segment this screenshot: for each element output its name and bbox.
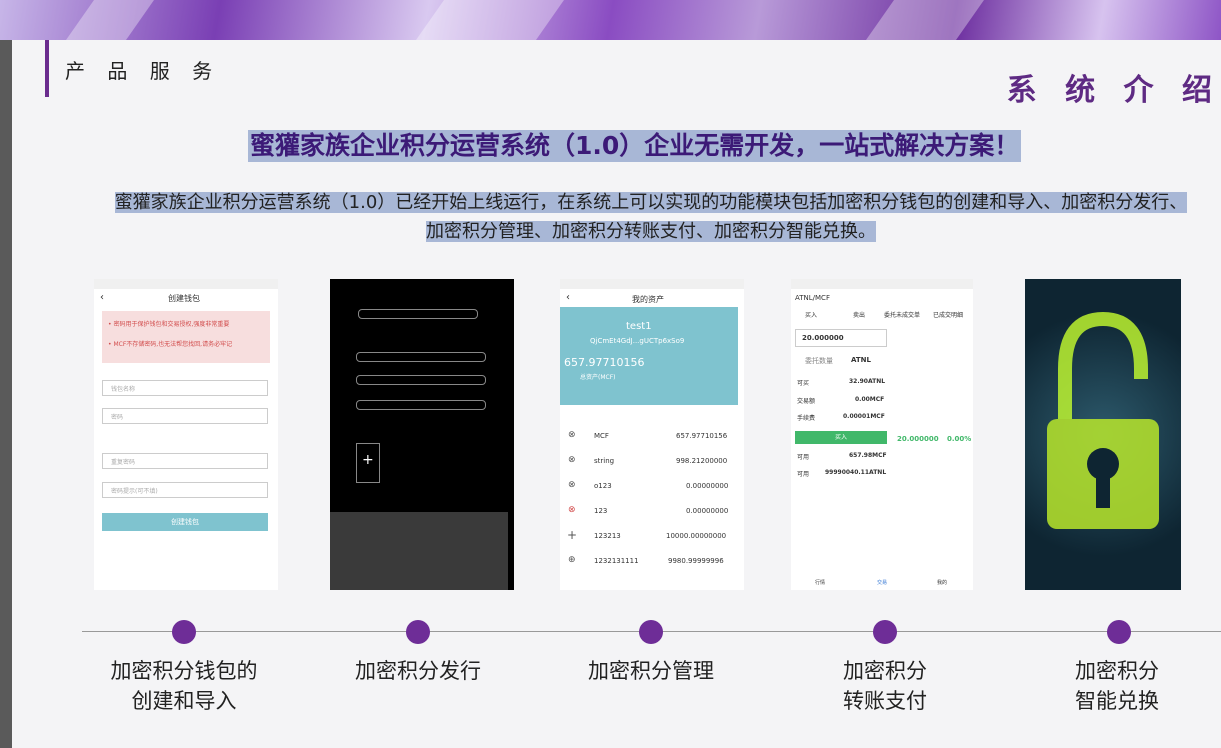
amount-value: 0.00MCF — [855, 396, 885, 403]
wallet-title: 创建钱包 — [168, 294, 200, 303]
add-image-icon[interactable]: + — [362, 452, 374, 468]
account-name: test1 — [626, 321, 652, 332]
feature-4-line-1: 加密积分 — [843, 659, 927, 683]
token-0-name: MCF — [594, 432, 609, 440]
token-0-icon: ⊗ — [568, 430, 576, 440]
exchange-screenshot: ATNL/MCF 买入 卖出 委托未成交单 已成交明细 20.000000 委托… — [791, 279, 973, 590]
wallet-notice: • 密码用于保护钱包和交易授权,强度非常重要 • MCF不存储密码,也无法帮您找… — [102, 311, 270, 363]
assets-card: test1 QjCmEt4GdJ...gUCTp6xSo9 657.977101… — [560, 307, 738, 405]
password-placeholder: 密码 — [111, 414, 124, 421]
can-buy-value: 32.90ATNL — [849, 378, 886, 385]
fee-label: 手续费 — [797, 415, 816, 422]
tab-buy[interactable]: 买入 — [805, 310, 817, 319]
feature-5-line-1: 加密积分 — [1075, 659, 1159, 683]
token-5-name: 1232131111 — [594, 557, 639, 565]
price-value: 20.000000 — [802, 334, 844, 342]
password-field[interactable]: 密码 — [102, 408, 268, 424]
fee-value: 0.00001MCF — [843, 413, 885, 420]
can-buy-label: 可买 — [797, 380, 810, 387]
timeline-dot-3 — [639, 620, 663, 644]
repeat-placeholder: 重复密码 — [111, 459, 136, 466]
repeat-password-field[interactable]: 重复密码 — [102, 453, 268, 469]
top-banner — [0, 0, 1221, 40]
feature-caption-3: 加密积分管理 — [556, 656, 746, 686]
token-2-value: 0.00000000 — [686, 482, 729, 490]
available-atnl-value: 99990040.11ATNL — [825, 469, 887, 476]
token-4-value: 10000.00000000 — [666, 532, 727, 540]
tab-open-orders[interactable]: 委托未成交单 — [884, 310, 920, 319]
price-change: 0.00% — [947, 435, 972, 443]
section-label: 产 品 服 务 — [65, 59, 221, 83]
token-0-value: 657.97710156 — [676, 432, 728, 440]
token-list: ⊗ MCF 657.97710156 ⊗ string 998.21200000… — [560, 429, 738, 590]
token-3-value: 0.00000000 — [686, 507, 729, 515]
intro-line-1: 蜜獾家族企业积分运营系统（1.0）已经开始上线运行，在系统上可以实现的功能模块包… — [114, 192, 1188, 213]
feature-caption-1: 加密积分钱包的 创建和导入 — [89, 656, 279, 716]
issuance-screenshot: + — [330, 279, 514, 590]
balance-label: 总资产(MCF) — [580, 374, 616, 381]
create-wallet-button[interactable]: 创建钱包 — [102, 513, 268, 531]
section-accent-bar — [45, 40, 49, 97]
available-mcf-label: 可用 — [797, 454, 810, 461]
wallet-screenshot: ‹ 创建钱包 • 密码用于保护钱包和交易授权,强度非常重要 • MCF不存储密码… — [94, 279, 278, 590]
amount-label: 交易额 — [797, 398, 816, 405]
quantity-label: 委托数量 — [805, 357, 833, 365]
feature-caption-4: 加密积分 转账支付 — [790, 656, 980, 716]
nav-me[interactable]: 我的 — [937, 579, 947, 586]
last-price: 20.000000 — [897, 435, 939, 443]
feature-1-line-1: 加密积分钱包的 — [110, 659, 258, 683]
slide-page: 产 品 服 务 系 统 介 绍 蜜獾家族企业积分运营系统（1.0）企业无需开发，… — [12, 40, 1221, 748]
total-balance: 657.97710156 — [564, 356, 645, 369]
token-2-name: o123 — [594, 482, 612, 490]
token-2-icon: ⊗ — [568, 480, 576, 490]
token-1-name: string — [594, 457, 615, 465]
name-placeholder: 钱包名称 — [111, 386, 136, 393]
assets-screenshot: ‹ 我的资产 test1 QjCmEt4GdJ...gUCTp6xSo9 657… — [560, 279, 744, 590]
notice-line-1: • 密码用于保护钱包和交易授权,强度非常重要 — [108, 321, 230, 328]
token-1-value: 998.21200000 — [676, 457, 728, 465]
token-5-value: 9980.99999996 — [668, 557, 724, 565]
timeline-dot-1 — [172, 620, 196, 644]
quantity-unit: ATNL — [851, 356, 871, 364]
available-atnl-label: 可用 — [797, 471, 810, 478]
hint-placeholder: 密码提示(可不填) — [111, 488, 158, 495]
feature-5-line-2: 智能兑换 — [1075, 689, 1159, 713]
timeline-dot-5 — [1107, 620, 1131, 644]
assets-title: 我的资产 — [632, 295, 664, 304]
price-input[interactable]: 20.000000 — [795, 329, 887, 347]
feature-caption-5: 加密积分 智能兑换 — [1022, 656, 1212, 716]
password-hint-field[interactable]: 密码提示(可不填) — [102, 482, 268, 498]
nav-trade[interactable]: 交易 — [877, 579, 887, 586]
intro-paragraph: 蜜獾家族企业积分运营系统（1.0）已经开始上线运行，在系统上可以实现的功能模块包… — [96, 188, 1206, 246]
system-title: 系 统 介 绍 — [1006, 73, 1221, 108]
token-5-icon: ⊕ — [568, 555, 576, 565]
timeline-dot-2 — [406, 620, 430, 644]
padlock-image — [1025, 279, 1181, 590]
feature-caption-2: 加密积分发行 — [323, 656, 513, 686]
wallet-name-field[interactable]: 钱包名称 — [102, 380, 268, 396]
available-mcf-value: 657.98MCF — [849, 452, 887, 459]
assets-back-icon: ‹ — [566, 292, 570, 303]
feature-4-line-2: 转账支付 — [843, 689, 927, 713]
feature-3-line-1: 加密积分管理 — [588, 659, 714, 683]
headline: 蜜獾家族企业积分运营系统（1.0）企业无需开发，一站式解决方案！ — [248, 130, 1022, 162]
nav-market[interactable]: 行情 — [815, 579, 825, 586]
token-3-icon: ⊗ — [568, 505, 576, 515]
token-3-name: 123 — [594, 507, 608, 515]
buy-button[interactable]: 买入 — [795, 431, 887, 444]
intro-line-2: 加密积分管理、加密积分转账支付、加密积分智能兑换。 — [426, 221, 876, 242]
notice-line-2: • MCF不存储密码,也无法帮您找回,请务必牢记 — [108, 341, 233, 348]
feature-2-line-1: 加密积分发行 — [355, 659, 481, 683]
feature-1-line-2: 创建和导入 — [131, 689, 237, 713]
trading-pair: ATNL/MCF — [795, 294, 830, 302]
token-4-name: 123213 — [594, 532, 621, 540]
token-1-icon: ⊗ — [568, 455, 576, 465]
timeline-dot-4 — [873, 620, 897, 644]
back-icon: ‹ — [100, 292, 104, 303]
tab-filled[interactable]: 已成交明细 — [933, 310, 963, 319]
tab-sell[interactable]: 卖出 — [853, 310, 865, 319]
token-4-icon: + — [567, 528, 578, 542]
account-address: QjCmEt4GdJ...gUCTp6xSo9 — [590, 337, 685, 345]
